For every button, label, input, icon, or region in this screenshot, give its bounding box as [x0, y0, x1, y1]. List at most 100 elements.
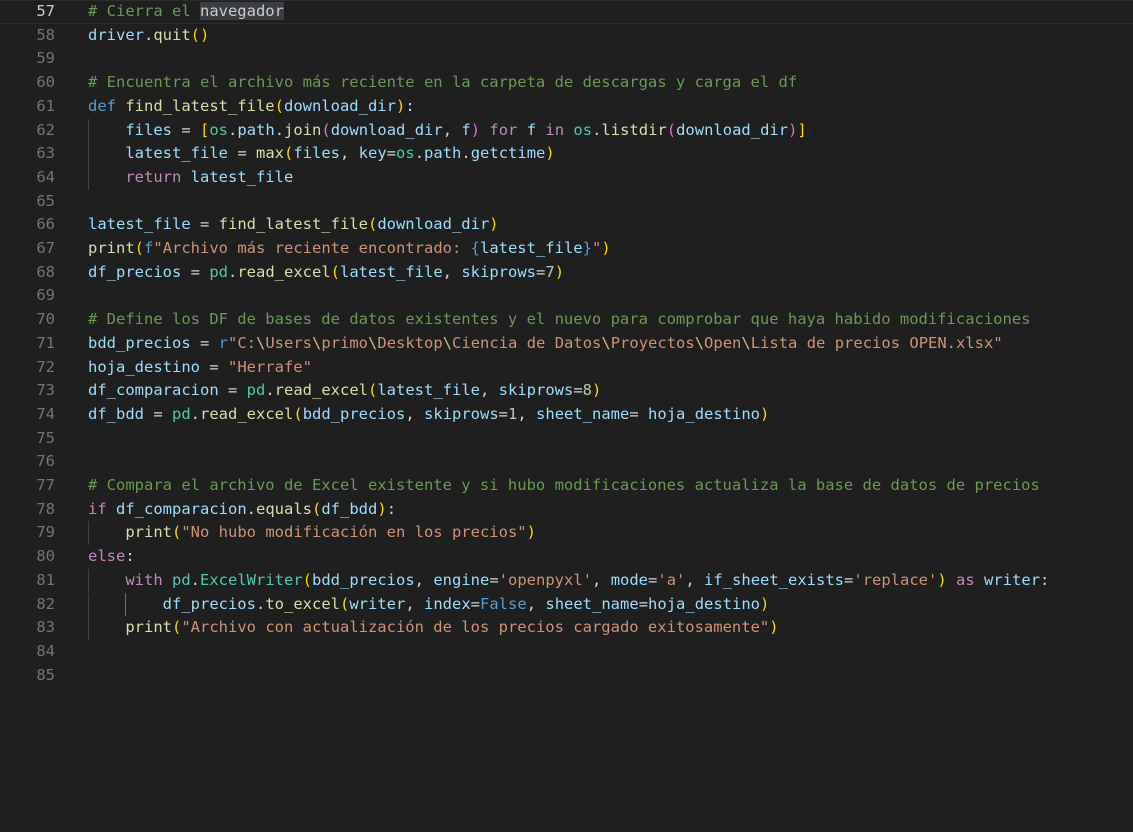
code-token: [	[200, 120, 210, 139]
code-token: \	[741, 333, 751, 352]
code-token: )	[769, 618, 779, 637]
code-token: skiprows	[498, 381, 574, 400]
code-line[interactable]: 81 with pd.ExcelWriter(bdd_precios, engi…	[0, 568, 1133, 593]
code-line[interactable]: 62 files = [os.path.join(download_dir, f…	[0, 118, 1133, 143]
code-token: .	[246, 499, 256, 518]
code-token: =	[648, 570, 658, 589]
code-token: )	[526, 523, 536, 542]
code-text: driver.quit()	[88, 24, 209, 48]
code-token: ,	[405, 404, 425, 423]
code-token: ,	[340, 144, 359, 163]
code-token: primo	[321, 333, 369, 352]
code-line[interactable]: 71 bdd_precios = r"C:\Users\primo\Desktop…	[0, 332, 1133, 356]
line-number: 73	[36, 381, 55, 400]
code-line[interactable]: 64 return latest_file	[0, 165, 1133, 190]
code-token: ,	[405, 594, 424, 613]
code-text: if df_comparacion.equals(df_bdd):	[88, 498, 396, 522]
code-line[interactable]: 60 # Encuentra el archivo más reciente en…	[0, 71, 1133, 95]
code-line[interactable]: 76	[0, 450, 1133, 474]
code-text: # Cierra el navegador	[88, 0, 284, 24]
code-line[interactable]: 83 print("Archivo con actualización de l…	[0, 616, 1133, 640]
code-token: os	[396, 144, 415, 163]
code-token: f	[144, 239, 154, 257]
code-line[interactable]: 72 hoja_destino = "Herrafe"	[0, 356, 1133, 380]
code-text: hoja_destino = "Herrafe"	[88, 356, 312, 380]
code-token: latest_file	[479, 239, 583, 257]
code-line[interactable]: 65	[0, 190, 1133, 214]
code-line[interactable]: 80 else:	[0, 545, 1133, 569]
code-token: os	[209, 120, 229, 139]
code-token: read_excel	[274, 381, 368, 400]
code-line[interactable]: 85	[0, 664, 1133, 688]
code-line[interactable]: 61 def find_latest_file(download_dir):	[0, 95, 1133, 119]
code-token: .	[228, 120, 238, 139]
code-token: # Cierra el	[88, 2, 200, 20]
code-token: with	[88, 570, 172, 589]
code-line[interactable]: 77 # Compara el archivo de Excel existent…	[0, 474, 1133, 498]
code-token: (	[134, 239, 145, 257]
code-line[interactable]: 75	[0, 427, 1133, 451]
code-token: find_latest_file	[125, 96, 275, 115]
code-token: (	[302, 570, 313, 589]
code-token: 'replace'	[853, 570, 938, 589]
code-token: df_bdd	[88, 404, 144, 423]
code-token: ()	[190, 25, 210, 44]
line-number: 62	[36, 120, 55, 139]
code-token: latest_file	[88, 215, 191, 234]
code-token: (	[367, 215, 378, 234]
code-token: \	[442, 333, 453, 352]
code-token: )	[760, 404, 770, 423]
code-token: Open	[704, 333, 742, 352]
code-token: }	[582, 239, 592, 257]
code-line[interactable]: 67 print(f"Archivo más reciente encontrad…	[0, 237, 1133, 261]
code-token: =	[144, 404, 172, 423]
code-token: else	[88, 547, 126, 566]
code-text: print("No hubo modificación en los preci…	[88, 521, 536, 545]
code-token: os	[573, 120, 593, 139]
code-token: def	[88, 96, 126, 115]
code-line[interactable]: 82 df_precios.to_excel(writer, index=Fal…	[0, 592, 1133, 617]
code-line[interactable]: 58 driver.quit()	[0, 24, 1133, 48]
code-line[interactable]: 70 # Define los DF de bases de datos exis…	[0, 308, 1133, 332]
code-token: \	[256, 333, 266, 352]
code-line[interactable]: 69	[0, 284, 1133, 308]
code-line[interactable]: 73 df_comparacion = pd.read_excel(latest_…	[0, 379, 1133, 403]
code-token: files	[88, 120, 172, 139]
code-text: def find_latest_file(download_dir):	[88, 95, 415, 119]
code-token: (	[283, 144, 294, 163]
code-token: "Herrafe"	[227, 357, 312, 376]
line-number: 59	[36, 49, 55, 68]
code-token: Users	[265, 333, 313, 352]
code-line[interactable]: 57 # Cierra el navegador	[0, 0, 1133, 24]
code-line[interactable]: 78 if df_comparacion.equals(df_bdd):	[0, 498, 1133, 522]
code-token: Lista de precios OPEN.xlsx"	[750, 333, 1003, 352]
line-number: 60	[36, 73, 55, 92]
code-line[interactable]: 84	[0, 640, 1133, 664]
code-line[interactable]: 68 df_precios = pd.read_excel(latest_file…	[0, 261, 1133, 285]
code-token: writer	[984, 570, 1041, 589]
line-number: 64	[36, 167, 55, 186]
code-line[interactable]: 63 latest_file = max(files, key=os.path.…	[0, 142, 1133, 166]
code-token: download_dir	[676, 120, 789, 139]
code-line[interactable]: 79 print("No hubo modificación en los pr…	[0, 521, 1133, 546]
code-token: (	[312, 499, 322, 518]
code-token: index	[424, 594, 471, 613]
code-token: read_excel	[200, 404, 294, 423]
code-token: Desktop	[377, 333, 443, 352]
code-line[interactable]: 74 df_bdd = pd.read_excel(bdd_precios, sk…	[0, 403, 1133, 427]
code-token: ,	[414, 570, 434, 589]
code-token: return	[88, 167, 191, 186]
code-token: =	[386, 144, 397, 163]
code-token: (	[172, 523, 182, 542]
code-editor[interactable]: 57 # Cierra el navegador 58 driver.quit() 59…	[0, 0, 1133, 832]
code-token: ,	[685, 570, 705, 589]
code-token: ,	[480, 381, 499, 400]
code-token: =	[498, 404, 509, 423]
code-token: )	[601, 239, 611, 257]
code-line[interactable]: 66 latest_file = find_latest_file(downloa…	[0, 213, 1133, 237]
line-number: 81	[36, 570, 55, 589]
code-token: .	[144, 25, 154, 44]
line-number: 61	[36, 96, 55, 115]
code-token: navegador	[199, 2, 284, 20]
code-line[interactable]: 59	[0, 47, 1133, 71]
